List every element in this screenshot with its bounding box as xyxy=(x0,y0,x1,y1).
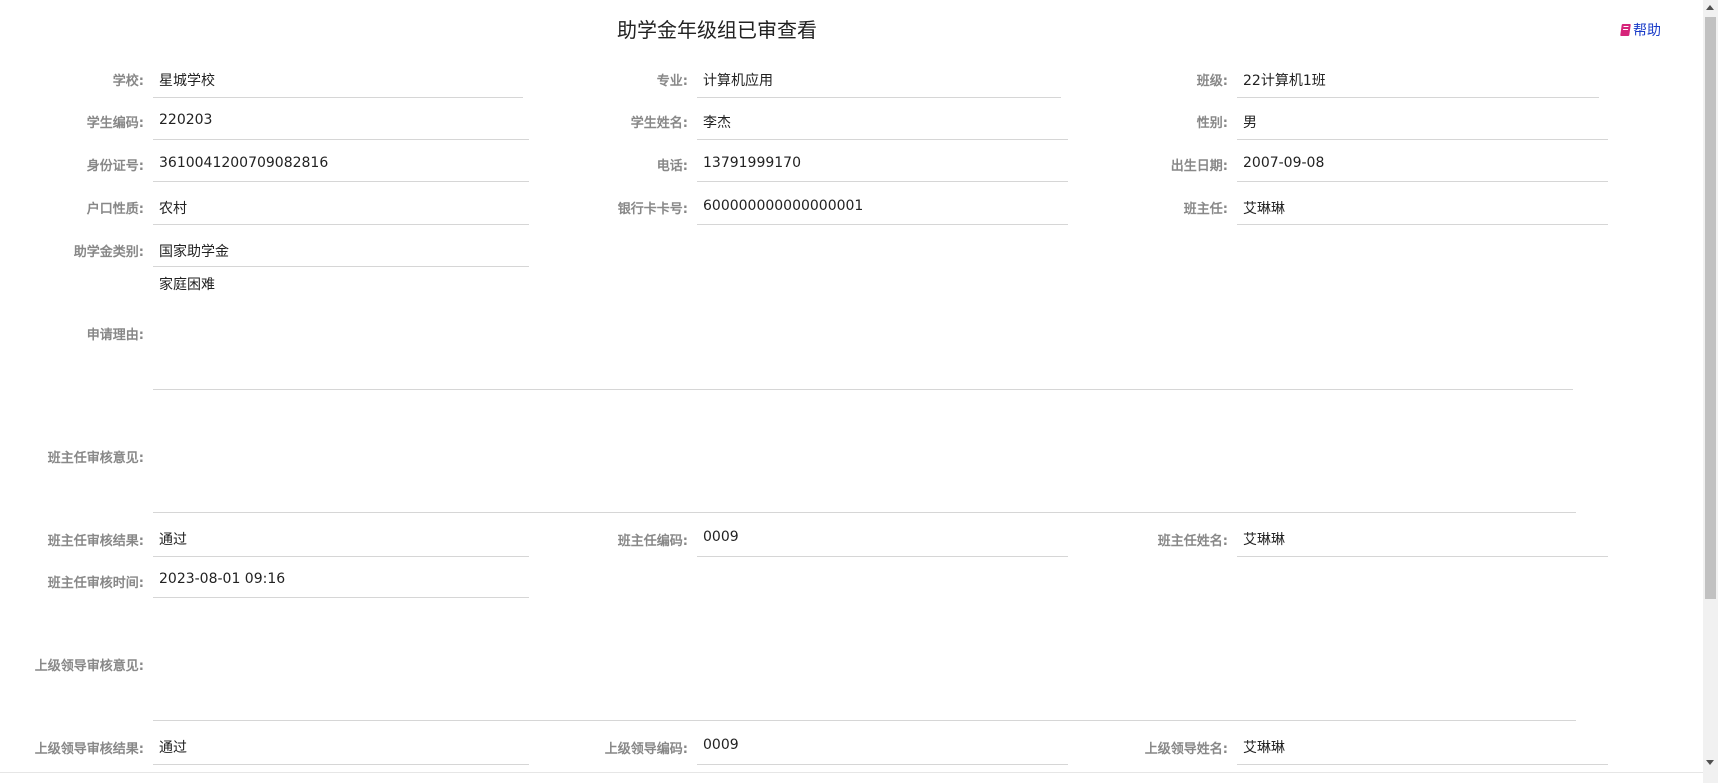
class-value: 22计算机1班 xyxy=(1243,73,1326,89)
student-name-underline xyxy=(697,139,1068,140)
household-type-underline xyxy=(153,224,529,225)
leader-name-label: 上级领导姓名: xyxy=(1144,742,1228,757)
apply-reason-underline xyxy=(153,389,1573,390)
head-teacher-label: 班主任: xyxy=(1183,202,1228,217)
teacher-code-value: 0009 xyxy=(703,529,739,545)
teacher-time-underline xyxy=(153,597,529,598)
birth-date-value: 2007-09-08 xyxy=(1243,155,1325,171)
teacher-name-underline xyxy=(1237,556,1608,557)
household-type-value: 农村 xyxy=(159,201,187,217)
id-number-value: 3610041200709082816 xyxy=(159,155,329,171)
phone-label: 电话: xyxy=(656,159,688,174)
help-link[interactable]: 帮助 xyxy=(1620,20,1661,40)
student-name-label: 学生姓名: xyxy=(630,116,688,131)
leader-result-value: 通过 xyxy=(159,740,187,756)
grant-category-label: 助学金类别: xyxy=(73,245,144,260)
teacher-time-label: 班主任审核时间: xyxy=(47,576,144,591)
teacher-opinion-underline xyxy=(153,512,1576,513)
household-type-label: 户口性质: xyxy=(86,202,144,217)
scrollbar-thumb[interactable] xyxy=(1705,17,1716,599)
head-teacher-value: 艾琳琳 xyxy=(1243,201,1285,217)
apply-reason-label: 申请理由: xyxy=(86,328,144,343)
student-code-label: 学生编码: xyxy=(86,116,144,131)
vertical-scrollbar[interactable] xyxy=(1703,0,1718,783)
teacher-time-value: 2023-08-01 09:16 xyxy=(159,571,286,587)
teacher-opinion-label: 班主任审核意见: xyxy=(47,451,144,466)
teacher-name-value: 艾琳琳 xyxy=(1243,532,1285,548)
birth-date-underline xyxy=(1237,181,1608,182)
grant-category-underline xyxy=(153,266,529,267)
leader-name-underline xyxy=(1237,764,1608,765)
leader-result-label: 上级领导审核结果: xyxy=(34,742,144,757)
birth-date-label: 出生日期: xyxy=(1170,159,1228,174)
page-bottom-border xyxy=(0,772,1703,773)
teacher-code-underline xyxy=(697,556,1068,557)
bank-card-label: 银行卡卡号: xyxy=(617,202,688,217)
school-underline xyxy=(153,97,523,98)
major-value: 计算机应用 xyxy=(703,73,773,89)
bank-card-value: 600000000000000001 xyxy=(703,198,864,214)
help-label: 帮助 xyxy=(1633,23,1661,39)
student-code-underline xyxy=(153,139,529,140)
scroll-up-arrow-icon[interactable] xyxy=(1706,5,1714,10)
book-icon xyxy=(1620,24,1631,36)
apply-reason-value: 家庭困难 xyxy=(159,277,215,293)
school-value: 星城学校 xyxy=(159,73,215,89)
leader-code-value: 0009 xyxy=(703,737,739,753)
class-underline xyxy=(1237,97,1599,98)
grant-category-value: 国家助学金 xyxy=(159,244,229,260)
id-number-label: 身份证号: xyxy=(86,159,144,174)
teacher-result-value: 通过 xyxy=(159,532,187,548)
leader-name-value: 艾琳琳 xyxy=(1243,740,1285,756)
gender-label: 性别: xyxy=(1196,116,1228,131)
class-label: 班级: xyxy=(1196,74,1228,89)
major-underline xyxy=(697,97,1061,98)
teacher-code-label: 班主任编码: xyxy=(617,534,688,549)
leader-result-underline xyxy=(153,764,529,765)
teacher-name-label: 班主任姓名: xyxy=(1157,534,1228,549)
teacher-result-underline xyxy=(153,556,529,557)
gender-value: 男 xyxy=(1243,115,1257,131)
page-title: 助学金年级组已审查看 xyxy=(617,18,817,42)
gender-underline xyxy=(1237,139,1608,140)
leader-code-underline xyxy=(697,764,1068,765)
head-teacher-underline xyxy=(1237,224,1608,225)
leader-code-label: 上级领导编码: xyxy=(604,742,688,757)
major-label: 专业: xyxy=(656,74,688,89)
student-code-value: 220203 xyxy=(159,112,213,128)
phone-value: 13791999170 xyxy=(703,155,801,171)
student-name-value: 李杰 xyxy=(703,115,731,131)
school-label: 学校: xyxy=(112,74,144,89)
id-number-underline xyxy=(153,181,529,182)
leader-opinion-label: 上级领导审核意见: xyxy=(34,659,144,674)
bank-card-underline xyxy=(697,224,1068,225)
leader-opinion-underline xyxy=(153,720,1576,721)
teacher-result-label: 班主任审核结果: xyxy=(47,534,144,549)
scroll-down-arrow-icon[interactable] xyxy=(1706,760,1714,765)
phone-underline xyxy=(697,181,1068,182)
